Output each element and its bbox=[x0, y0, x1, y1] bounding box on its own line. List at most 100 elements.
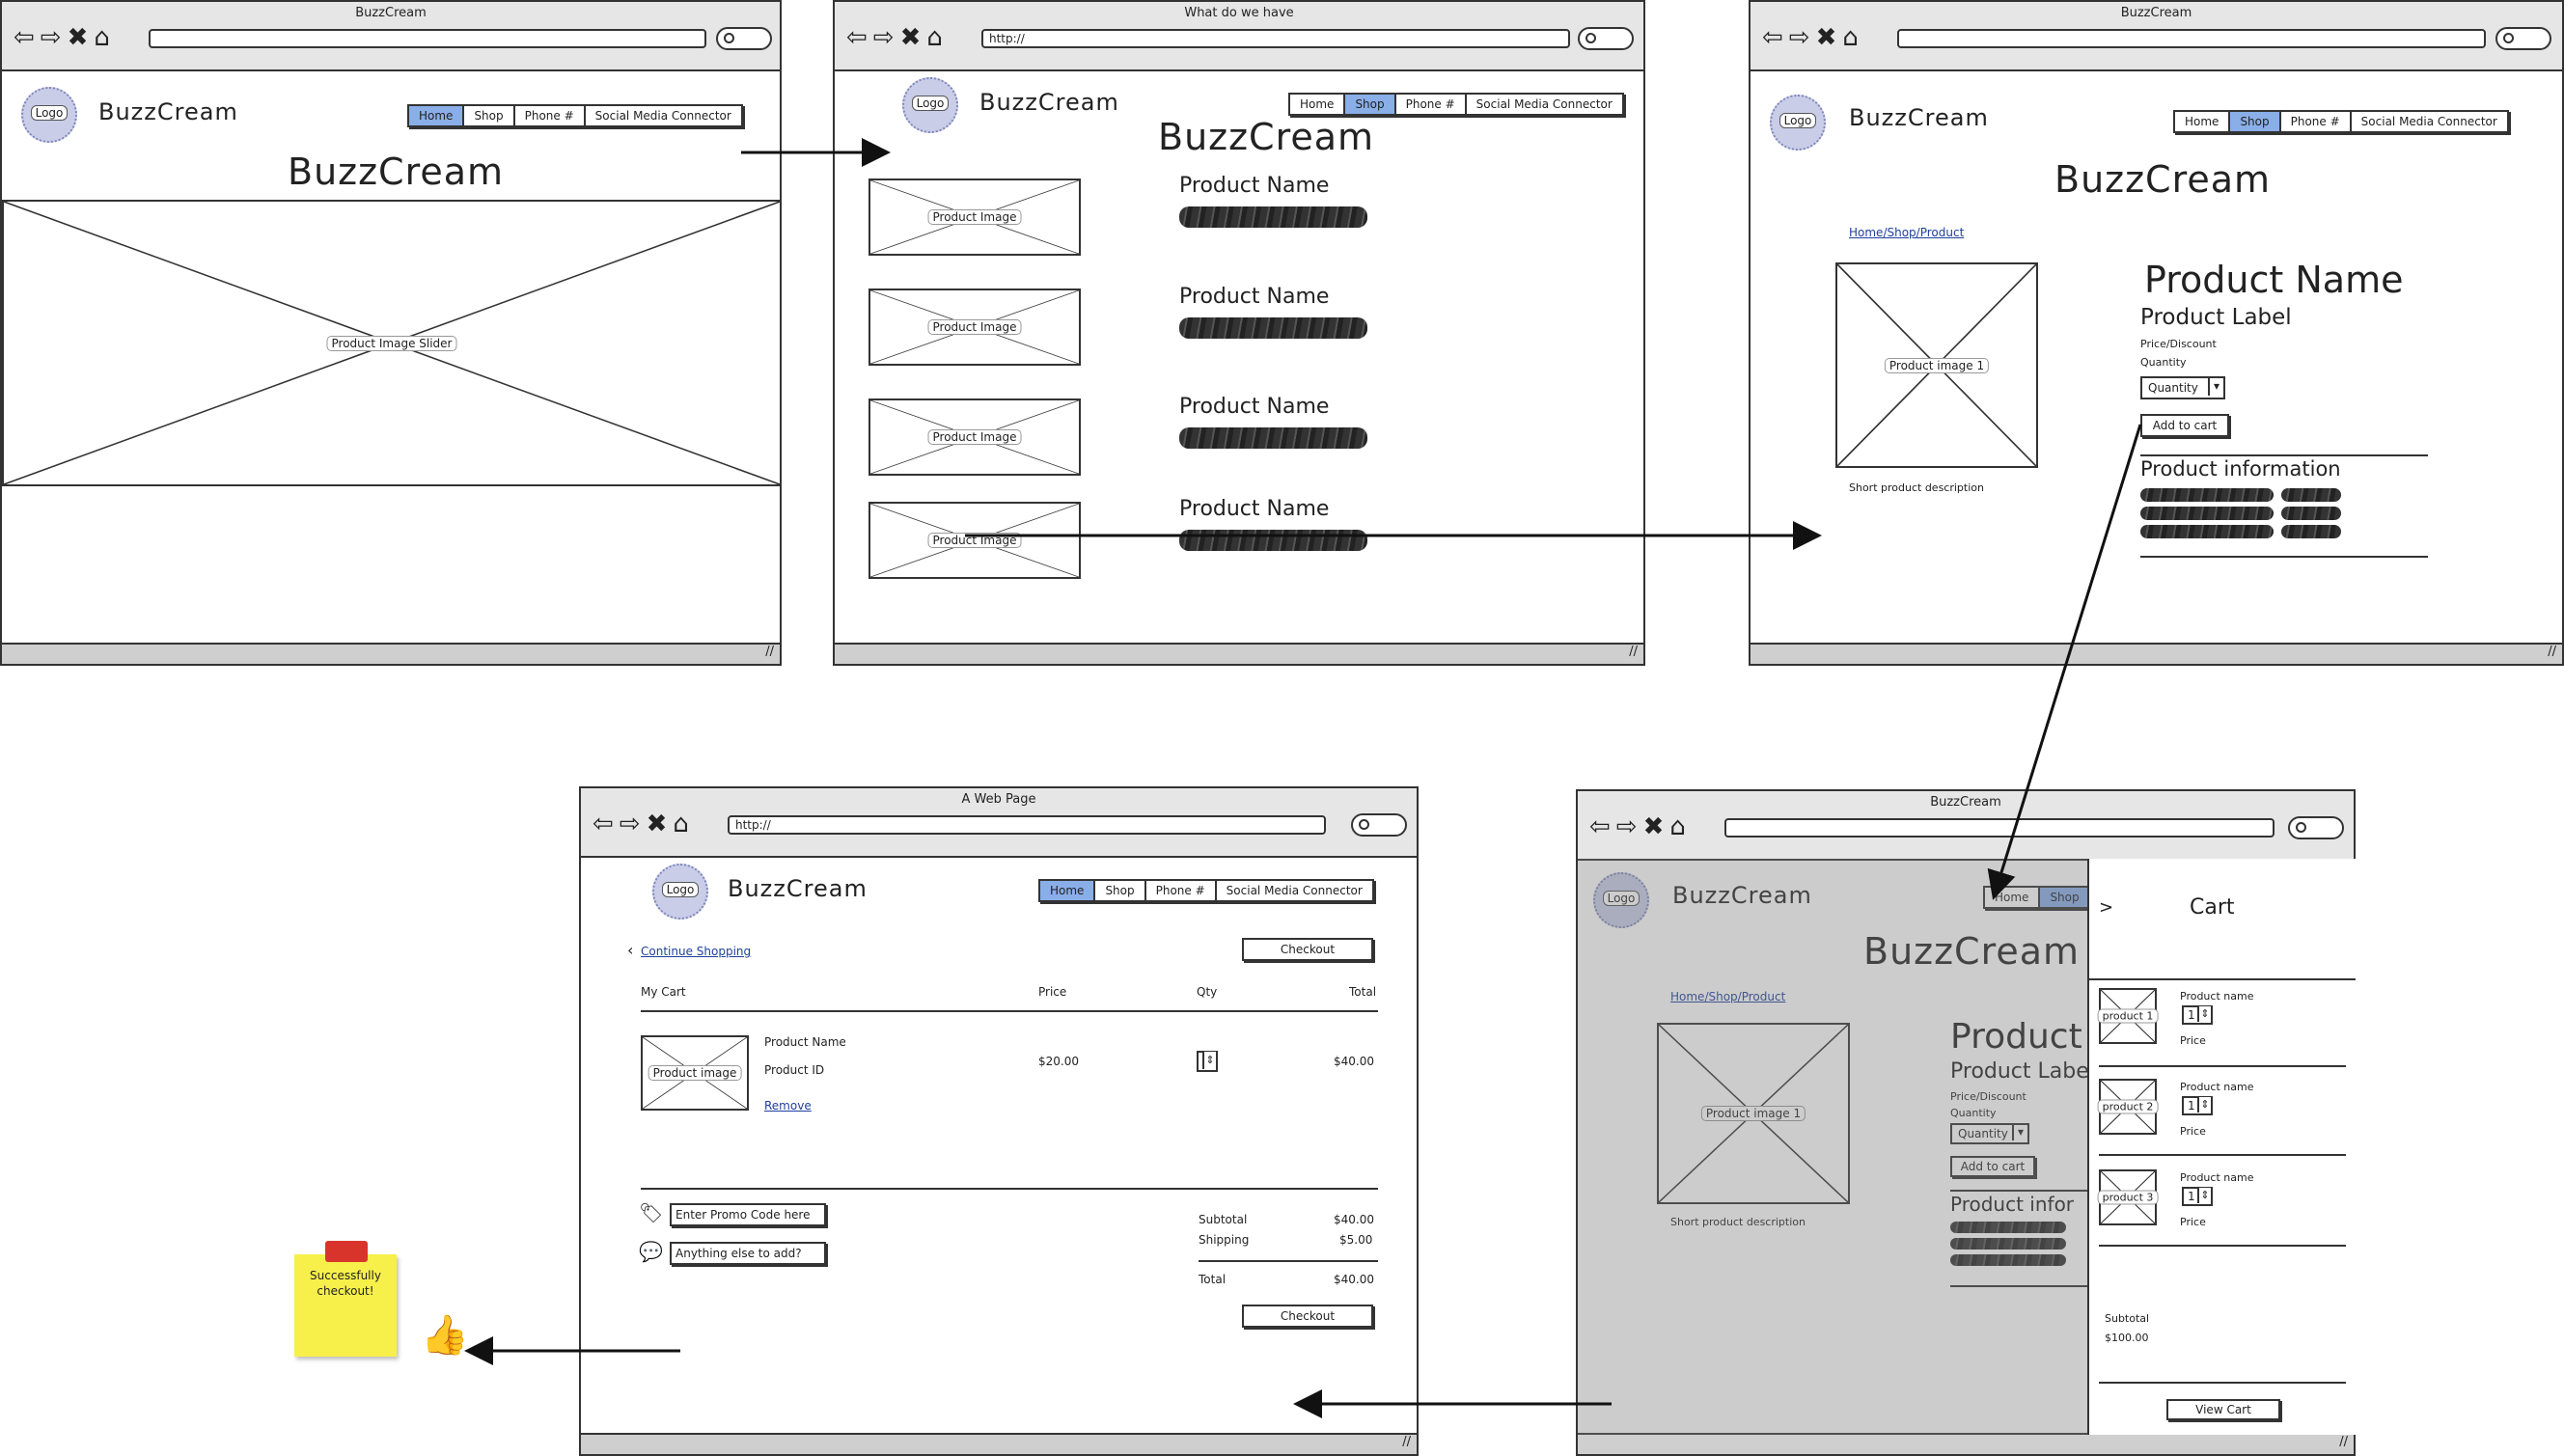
browser-toolbar: A Web Page ⇦⇨✖⌂ http:// bbox=[581, 788, 1417, 858]
quantity-stepper[interactable]: 1 bbox=[2182, 1187, 2213, 1206]
checkout-button[interactable]: Checkout bbox=[1242, 938, 1373, 961]
tab-phone[interactable]: Phone # bbox=[515, 106, 586, 125]
cart-subtotal-label: Subtotal bbox=[2105, 1312, 2150, 1325]
comment-icon: 💬 bbox=[639, 1240, 663, 1263]
note-input[interactable]: Anything else to add? bbox=[670, 1242, 826, 1265]
tab-shop[interactable]: Shop bbox=[2230, 112, 2281, 131]
product-name[interactable]: Product Name bbox=[1179, 285, 1329, 309]
search-icon[interactable] bbox=[2288, 816, 2344, 839]
column-price: Price bbox=[1038, 985, 1067, 999]
product-name[interactable]: Product Name bbox=[1179, 174, 1329, 198]
tab-home[interactable]: Home bbox=[2175, 112, 2231, 131]
product-image[interactable]: Product Image bbox=[868, 179, 1081, 256]
info-scribble bbox=[2281, 507, 2341, 520]
close-drawer-icon[interactable]: > bbox=[2099, 897, 2113, 918]
tab-home[interactable]: Home bbox=[409, 106, 465, 125]
search-icon[interactable] bbox=[716, 27, 772, 50]
nav-tabs[interactable]: Home Shop Phone # Social Media Connector bbox=[1288, 93, 1624, 116]
view-cart-button[interactable]: View Cart bbox=[2166, 1399, 2280, 1420]
search-icon[interactable] bbox=[2495, 27, 2551, 50]
product-label: Product Label bbox=[2140, 305, 2292, 330]
page-title: BuzzCream bbox=[1158, 116, 1375, 158]
quantity-input[interactable]: 2 bbox=[1197, 1051, 1218, 1072]
browser-nav-icons[interactable]: ⇦⇨✖⌂ bbox=[14, 23, 116, 52]
page-title: BuzzCream bbox=[288, 151, 505, 193]
cart-item-id: Product ID bbox=[764, 1063, 825, 1077]
brand-name: BuzzCream bbox=[98, 98, 238, 125]
tab-phone[interactable]: Phone # bbox=[1146, 881, 1217, 900]
wireframe-home-page: BuzzCream ⇦⇨✖⌂ Logo BuzzCream Home Shop … bbox=[0, 0, 782, 666]
browser-nav-icons[interactable]: ⇦⇨✖⌂ bbox=[1762, 23, 1864, 52]
browser-nav-icons[interactable]: ⇦⇨✖⌂ bbox=[593, 810, 695, 838]
search-icon[interactable] bbox=[1351, 813, 1407, 837]
cart-drawer: > Cart product 1 Product name 1 Price pr… bbox=[2087, 859, 2356, 1435]
product-image[interactable]: Product Image bbox=[868, 288, 1081, 366]
chevron-left-icon[interactable]: ‹ bbox=[627, 941, 633, 959]
product-information-heading: Product information bbox=[2140, 457, 2341, 481]
address-bar[interactable] bbox=[1897, 29, 2486, 48]
cart-item-price: Price bbox=[2180, 1125, 2206, 1138]
address-bar[interactable] bbox=[149, 29, 706, 48]
column-my-cart: My Cart bbox=[641, 985, 686, 999]
search-icon[interactable] bbox=[1578, 27, 1634, 50]
tab-phone[interactable]: Phone # bbox=[2281, 112, 2352, 131]
pin-icon bbox=[325, 1241, 368, 1262]
tab-home[interactable]: Home bbox=[1290, 95, 1346, 114]
continue-shopping-link[interactable]: Continue Shopping bbox=[641, 945, 751, 958]
nav-tabs[interactable]: Home Shop Phone # Social Media Connector bbox=[407, 104, 743, 127]
column-total: Total bbox=[1349, 985, 1377, 999]
sticky-note-text: Successfully checkout! bbox=[310, 1269, 381, 1298]
wireframe-shop-page: What do we have ⇦⇨✖⌂ http:// Logo BuzzCr… bbox=[833, 0, 1645, 666]
address-bar[interactable] bbox=[1724, 818, 2275, 838]
breadcrumb[interactable]: Home/Shop/Product bbox=[1849, 226, 1964, 239]
promo-code-input[interactable]: Enter Promo Code here bbox=[670, 1203, 826, 1226]
quantity-stepper[interactable]: 1 bbox=[2182, 1005, 2213, 1025]
product-image[interactable]: Product image 1 bbox=[1835, 262, 2038, 468]
address-bar[interactable]: http:// bbox=[981, 29, 1570, 48]
wireframe-cart-drawer: BuzzCream ⇦⇨✖⌂ Logo BuzzCream Home Shop … bbox=[1576, 789, 2356, 1456]
tab-shop[interactable]: Shop bbox=[1345, 95, 1396, 114]
cart-product-image[interactable]: product 2 bbox=[2097, 1079, 2159, 1135]
product-name[interactable]: Product Name bbox=[1179, 395, 1329, 419]
shipping-label: Shipping bbox=[1199, 1233, 1250, 1247]
divider bbox=[1199, 1260, 1378, 1262]
product-description-scribble bbox=[1179, 427, 1367, 449]
nav-tabs[interactable]: Home Shop Phone # Social Media Connector bbox=[2173, 110, 2509, 133]
tab-phone[interactable]: Phone # bbox=[1396, 95, 1467, 114]
product-image[interactable]: Product Image bbox=[868, 398, 1081, 476]
remove-link[interactable]: Remove bbox=[764, 1099, 812, 1113]
browser-nav-icons[interactable]: ⇦⇨✖⌂ bbox=[1589, 812, 1692, 841]
product-description-scribble bbox=[1179, 206, 1367, 228]
tab-home[interactable]: Home bbox=[1040, 881, 1096, 900]
tab-shop[interactable]: Shop bbox=[1095, 881, 1146, 900]
tab-social[interactable]: Social Media Connector bbox=[1217, 881, 1372, 900]
cart-subtotal-value: $100.00 bbox=[2105, 1332, 2149, 1344]
tab-shop[interactable]: Shop bbox=[464, 106, 515, 125]
logo: Logo bbox=[902, 77, 958, 133]
logo: Logo bbox=[652, 864, 708, 920]
nav-tabs[interactable]: Home Shop Phone # Social Media Connector bbox=[1038, 879, 1374, 902]
address-bar[interactable]: http:// bbox=[728, 815, 1326, 835]
tab-social[interactable]: Social Media Connector bbox=[586, 106, 741, 125]
tab-social[interactable]: Social Media Connector bbox=[1467, 95, 1622, 114]
cart-product-image[interactable]: product 3 bbox=[2097, 1169, 2159, 1225]
cart-title: Cart bbox=[2190, 895, 2235, 920]
browser-nav-icons[interactable]: ⇦⇨✖⌂ bbox=[846, 23, 949, 52]
checkout-button[interactable]: Checkout bbox=[1242, 1305, 1373, 1328]
subtotal-label: Subtotal bbox=[1199, 1213, 1248, 1226]
tag-icon: 🏷 bbox=[639, 1201, 664, 1224]
divider bbox=[2140, 454, 2428, 456]
divider bbox=[2099, 1154, 2346, 1156]
add-to-cart-button[interactable]: Add to cart bbox=[2140, 414, 2229, 437]
product-image-slider[interactable]: Product Image Slider bbox=[2, 200, 782, 486]
window-title: BuzzCream bbox=[355, 6, 427, 20]
cart-item-price: Price bbox=[2180, 1034, 2206, 1047]
status-bar bbox=[581, 1433, 1417, 1454]
quantity-stepper[interactable]: 1 bbox=[2182, 1096, 2213, 1115]
quantity-select[interactable]: Quantity bbox=[2140, 376, 2225, 399]
product-image[interactable]: Product Image bbox=[868, 502, 1081, 579]
tab-social[interactable]: Social Media Connector bbox=[2352, 112, 2507, 131]
cart-item-image[interactable]: Product image bbox=[641, 1035, 749, 1111]
product-name[interactable]: Product Name bbox=[1179, 497, 1329, 521]
cart-product-image[interactable]: product 1 bbox=[2097, 988, 2159, 1044]
